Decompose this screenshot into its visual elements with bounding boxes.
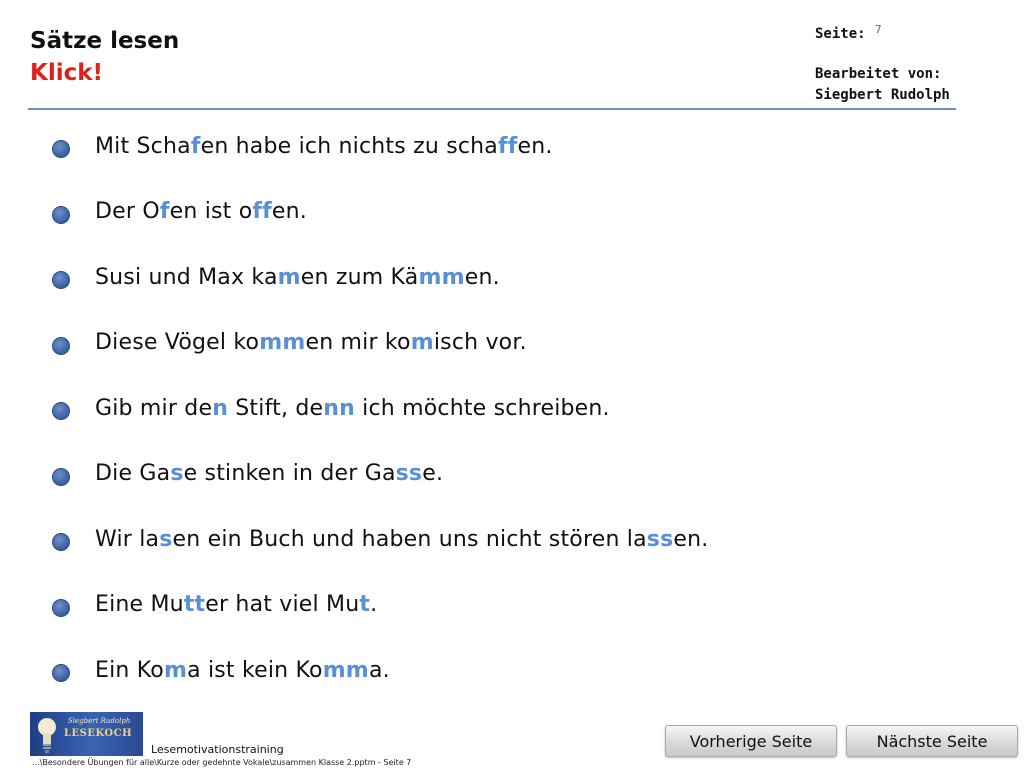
sentence-text: Mit Schafen habe ich nichts zu schaffen. xyxy=(95,134,553,159)
bullet-icon xyxy=(52,598,70,617)
sentence-text: Susi und Max kamen zum Kämmen. xyxy=(95,265,500,290)
bullet-icon xyxy=(52,402,70,420)
highlighted-letters: m xyxy=(410,330,434,355)
sentence-text: Diese Vögel kommen mir komisch vor. xyxy=(95,330,527,355)
next-page-button[interactable]: Nächste Seite xyxy=(846,725,1018,757)
lightbulb-icon xyxy=(38,718,56,753)
sentence-item[interactable]: Susi und Max kamen zum Kämmen. xyxy=(52,257,500,297)
sentence-segment: Die Ga xyxy=(95,461,171,486)
sentence-text: Gib mir den Stift, denn ich möchte schre… xyxy=(95,396,610,421)
sentence-segment: en habe ich nichts zu scha xyxy=(200,133,498,159)
sentence-segment: Wir la xyxy=(95,526,160,552)
footer-title: Lesemotivationstraining xyxy=(151,743,284,756)
bullet-icon xyxy=(52,533,70,551)
sentence-segment: e. xyxy=(422,461,444,486)
sentence-text: Eine Mutter hat viel Mut. xyxy=(95,592,377,617)
sentence-text: Der Ofen ist offen. xyxy=(95,199,307,224)
sentence-segment: en zum Kä xyxy=(300,264,419,290)
sentence-segment: Der O xyxy=(95,199,160,224)
highlighted-letters: mm xyxy=(259,330,306,355)
highlighted-letters: s xyxy=(159,526,173,552)
sentence-segment: en mir ko xyxy=(305,330,411,355)
sentence-text: Wir lasen ein Buch und haben uns nicht s… xyxy=(95,527,708,552)
highlighted-letters: ss xyxy=(646,526,674,552)
sentence-segment: Gib mir de xyxy=(95,395,213,421)
sentence-segment: Susi und Max ka xyxy=(95,264,278,290)
sentence-segment: Diese Vögel ko xyxy=(95,330,260,355)
sentence-segment: a. xyxy=(368,657,390,683)
sentence-text: Die Gase stinken in der Gasse. xyxy=(95,461,443,486)
sentence-segment: en ein Buch und haben uns nicht stören l… xyxy=(172,526,647,552)
previous-page-button[interactable]: Vorherige Seite xyxy=(665,725,837,757)
page-number: 7 xyxy=(875,23,882,36)
highlighted-letters: m xyxy=(277,264,301,290)
highlighted-letters: ff xyxy=(252,199,272,224)
logo-author-text: Siegbert Rudolph xyxy=(68,717,131,725)
highlighted-letters: f xyxy=(190,133,201,159)
highlighted-letters: tt xyxy=(183,592,206,617)
bullet-icon xyxy=(52,205,70,224)
sentence-segment: en. xyxy=(464,264,500,290)
sentence-segment: en. xyxy=(673,526,709,552)
highlighted-letters: ff xyxy=(497,133,518,159)
page-label: Seite: xyxy=(815,26,866,42)
sentence-item[interactable]: Ein Koma ist kein Komma. xyxy=(52,650,390,690)
sentence-segment: en ist o xyxy=(169,199,253,224)
lesekoch-logo: Siegbert Rudolph LESEKOCH xyxy=(30,712,143,756)
footer-file-path: ...\Besondere Übungen für alle\Kurze ode… xyxy=(32,758,412,767)
sentence-segment: . xyxy=(370,592,378,617)
sentence-segment: er hat viel Mu xyxy=(205,592,360,617)
sentence-item[interactable]: Diese Vögel kommen mir komisch vor. xyxy=(52,323,527,363)
header-divider xyxy=(28,108,956,110)
sentence-segment: en. xyxy=(271,199,307,224)
highlighted-letters: mm xyxy=(322,657,369,683)
highlighted-letters: m xyxy=(163,657,188,683)
sentence-segment: Eine Mu xyxy=(95,592,184,617)
sentence-item[interactable]: Gib mir den Stift, denn ich möchte schre… xyxy=(52,388,610,428)
sentence-text: Ein Koma ist kein Komma. xyxy=(95,658,390,683)
sentence-item[interactable]: Wir lasen ein Buch und haben uns nicht s… xyxy=(52,519,708,559)
sentence-segment: en. xyxy=(517,133,553,159)
sentence-segment: e stinken in der Ga xyxy=(183,461,396,486)
highlighted-letters: n xyxy=(212,395,229,421)
sentence-segment: a ist kein Ko xyxy=(187,657,323,683)
bullet-icon xyxy=(52,140,70,158)
sentence-item[interactable]: Die Gase stinken in der Gasse. xyxy=(52,454,443,494)
highlighted-letters: mm xyxy=(418,264,465,290)
highlighted-letters: f xyxy=(159,199,170,224)
edited-by-label: Bearbeitet von: xyxy=(815,66,942,82)
highlighted-letters: ss xyxy=(395,461,423,486)
edited-by-name: Siegbert Rudolph xyxy=(815,87,950,103)
highlighted-letters: t xyxy=(359,592,371,617)
sentence-segment: Mit Scha xyxy=(95,133,191,159)
sentence-segment: Stift, de xyxy=(228,395,324,421)
sentence-item[interactable]: Eine Mutter hat viel Mut. xyxy=(52,585,377,625)
sentence-segment: ich möchte schreiben. xyxy=(354,395,610,421)
highlighted-letters: nn xyxy=(323,395,355,421)
sentence-item[interactable]: Mit Schafen habe ich nichts zu schaffen. xyxy=(52,126,553,166)
bullet-icon xyxy=(52,664,70,682)
click-instruction: Klick! xyxy=(30,60,104,86)
sentence-segment: isch vor. xyxy=(433,330,527,355)
sentence-segment: Ein Ko xyxy=(95,657,164,683)
bullet-icon xyxy=(52,271,70,289)
bullet-icon xyxy=(52,467,70,486)
bullet-icon xyxy=(52,336,70,355)
highlighted-letters: s xyxy=(170,461,184,486)
sentence-item[interactable]: Der Ofen ist offen. xyxy=(52,192,307,232)
page-title: Sätze lesen xyxy=(30,28,180,54)
logo-brand-text: LESEKOCH xyxy=(64,728,133,739)
